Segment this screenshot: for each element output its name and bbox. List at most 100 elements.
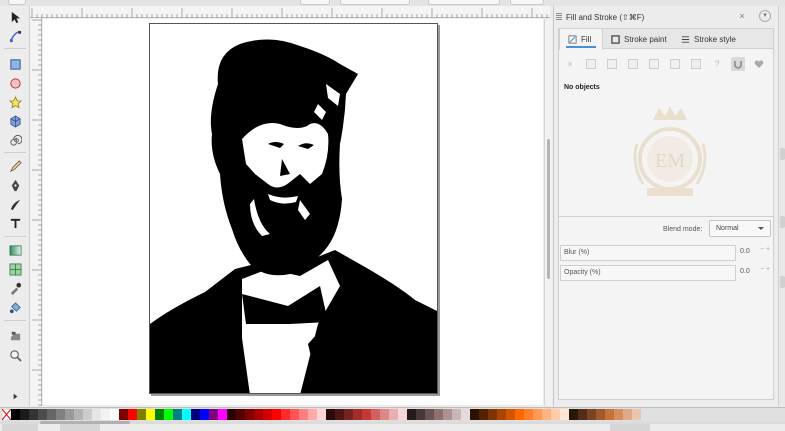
- paint-bucket-tool-icon[interactable]: [6, 299, 24, 316]
- scrollbar-thumb[interactable]: [547, 139, 550, 279]
- palette-swatch[interactable]: [83, 409, 92, 420]
- blend-mode-select[interactable]: Normal: [709, 220, 771, 237]
- selector-tool-icon[interactable]: [6, 9, 24, 26]
- palette-swatch[interactable]: [317, 409, 326, 420]
- spiral-tool-icon[interactable]: [6, 132, 24, 149]
- palette-swatch[interactable]: [245, 409, 254, 420]
- palette-swatch[interactable]: [425, 409, 434, 420]
- palette-swatch[interactable]: [488, 409, 497, 420]
- palette-swatch[interactable]: [65, 409, 74, 420]
- palette-swatch[interactable]: [515, 409, 524, 420]
- nonzero-fill-icon[interactable]: [752, 57, 766, 71]
- palette-swatch[interactable]: [335, 409, 344, 420]
- palette-swatch[interactable]: [74, 409, 83, 420]
- tab-stroke-paint[interactable]: Stroke paint: [611, 29, 681, 49]
- tab-fill[interactable]: Fill: [559, 29, 603, 50]
- palette-swatch[interactable]: [479, 409, 488, 420]
- palette-swatch[interactable]: [236, 409, 245, 420]
- blur-value[interactable]: 0.0: [740, 248, 750, 255]
- opacity-slider[interactable]: Opacity (%): [560, 265, 736, 281]
- palette-swatch[interactable]: [443, 409, 452, 420]
- palette-swatch[interactable]: [110, 409, 119, 420]
- swatch-icon[interactable]: [689, 57, 703, 71]
- pen-tool-icon[interactable]: [6, 177, 24, 194]
- palette-swatch[interactable]: [407, 409, 416, 420]
- dock-nub[interactable]: [780, 276, 785, 288]
- pattern-icon[interactable]: [668, 57, 682, 71]
- palette-swatch[interactable]: [434, 409, 443, 420]
- drawing-canvas[interactable]: [43, 19, 543, 405]
- palette-swatch[interactable]: [353, 409, 362, 420]
- palette-swatch[interactable]: [209, 409, 218, 420]
- gradient-tool-icon[interactable]: [6, 242, 24, 259]
- pencil-tool-icon[interactable]: [6, 158, 24, 175]
- palette-swatch[interactable]: [155, 409, 164, 420]
- palette-swatch[interactable]: [92, 409, 101, 420]
- no-paint-icon[interactable]: ×: [563, 57, 577, 71]
- palette-swatch[interactable]: [254, 409, 263, 420]
- palette-swatch[interactable]: [596, 409, 605, 420]
- palette-swatch[interactable]: [452, 409, 461, 420]
- linear-gradient-icon[interactable]: [605, 57, 619, 71]
- vertical-ruler[interactable]: [30, 18, 42, 406]
- palette-swatch[interactable]: [272, 409, 281, 420]
- palette-swatch[interactable]: [578, 409, 587, 420]
- toolbar-button[interactable]: [8, 0, 26, 5]
- palette-swatch[interactable]: [182, 409, 191, 420]
- zoom-tool-icon[interactable]: [6, 347, 24, 364]
- palette-swatch[interactable]: [623, 409, 632, 420]
- tab-stroke-style[interactable]: Stroke style: [681, 29, 761, 49]
- evenodd-fill-icon[interactable]: [731, 57, 745, 71]
- palette-swatch[interactable]: [227, 409, 236, 420]
- palette-swatch[interactable]: [470, 409, 479, 420]
- palette-swatch[interactable]: [587, 409, 596, 420]
- calligraphy-tool-icon[interactable]: [6, 196, 24, 213]
- palette-swatch[interactable]: [371, 409, 380, 420]
- toolbar-field[interactable]: [340, 0, 410, 5]
- document-page[interactable]: [149, 23, 438, 394]
- mesh-gradient-icon[interactable]: [647, 57, 661, 71]
- palette-swatch[interactable]: [569, 409, 578, 420]
- palette-swatch[interactable]: [461, 409, 470, 420]
- palette-swatch[interactable]: [191, 409, 200, 420]
- palette-swatch[interactable]: [380, 409, 389, 420]
- palette-swatch[interactable]: [344, 409, 353, 420]
- toolbar-field[interactable]: [428, 0, 500, 5]
- palette-swatch[interactable]: [398, 409, 407, 420]
- palette-swatch[interactable]: [362, 409, 371, 420]
- text-tool-icon[interactable]: [6, 215, 24, 232]
- palette-swatch[interactable]: [497, 409, 506, 420]
- palette-swatch[interactable]: [173, 409, 182, 420]
- palette-swatch[interactable]: [29, 409, 38, 420]
- palette-swatch[interactable]: [38, 409, 47, 420]
- mesh-tool-icon[interactable]: [6, 261, 24, 278]
- palette-swatch[interactable]: [389, 409, 398, 420]
- pane-separator[interactable]: [559, 216, 773, 217]
- unset-paint-icon[interactable]: ?: [710, 57, 724, 71]
- palette-swatch[interactable]: [47, 409, 56, 420]
- palette-swatch[interactable]: [128, 409, 137, 420]
- opacity-value[interactable]: 0.0: [740, 268, 750, 275]
- palette-swatch[interactable]: [101, 409, 110, 420]
- palette-swatch[interactable]: [551, 409, 560, 420]
- palette-swatch[interactable]: [11, 409, 20, 420]
- palette-swatch[interactable]: [137, 409, 146, 420]
- palette-swatch[interactable]: [200, 409, 209, 420]
- drag-handle-icon[interactable]: [556, 13, 562, 21]
- palette-swatch[interactable]: [632, 409, 641, 420]
- palette-swatch[interactable]: [605, 409, 614, 420]
- ellipse-tool-icon[interactable]: [6, 75, 24, 92]
- palette-swatch[interactable]: [164, 409, 173, 420]
- palette-swatch[interactable]: [542, 409, 551, 420]
- toolbar-field[interactable]: [510, 0, 544, 5]
- radial-gradient-icon[interactable]: [626, 57, 640, 71]
- node-tool-icon[interactable]: [6, 28, 24, 45]
- palette-swatch[interactable]: [281, 409, 290, 420]
- palette-swatch[interactable]: [326, 409, 335, 420]
- palette-swatch[interactable]: [299, 409, 308, 420]
- palette-swatch[interactable]: [146, 409, 155, 420]
- 3d-box-tool-icon[interactable]: [6, 113, 24, 130]
- opacity-spin-buttons[interactable]: − +: [758, 266, 772, 273]
- palette-swatch[interactable]: [506, 409, 515, 420]
- flat-color-icon[interactable]: [584, 57, 598, 71]
